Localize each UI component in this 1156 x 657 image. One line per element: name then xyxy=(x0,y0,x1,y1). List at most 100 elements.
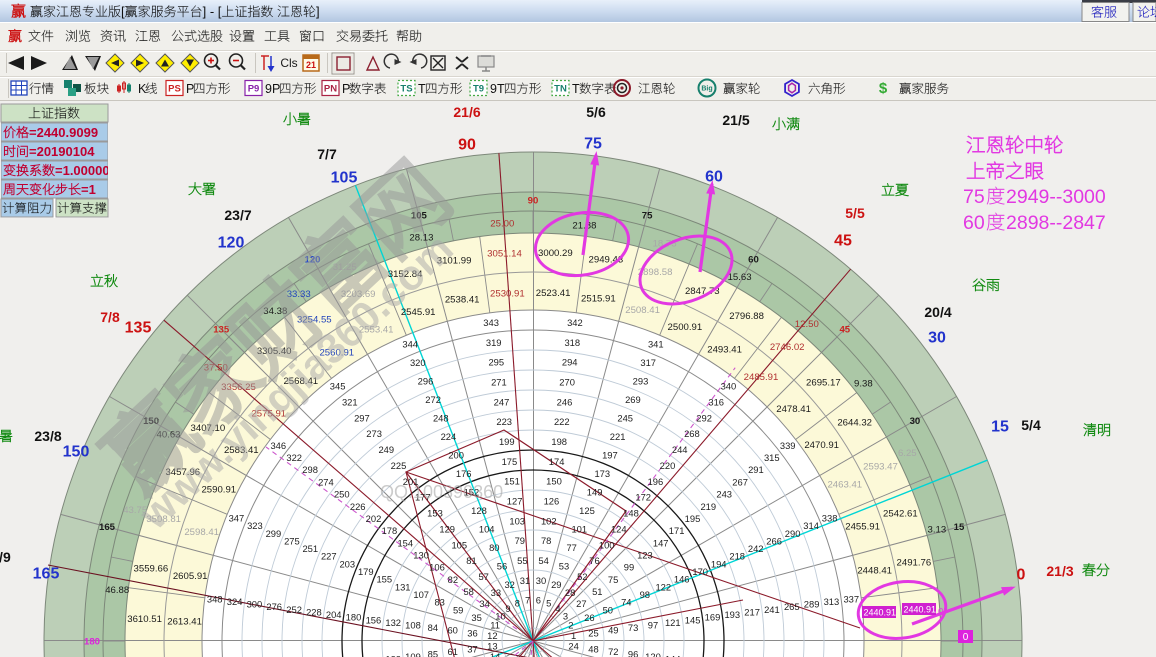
svg-text:3610.51: 3610.51 xyxy=(127,614,162,625)
svg-text:75: 75 xyxy=(584,136,602,153)
svg-text:130: 130 xyxy=(413,550,429,561)
svg-text:174: 174 xyxy=(549,456,565,467)
svg-text:199: 199 xyxy=(499,436,515,447)
svg-text:12: 12 xyxy=(487,630,497,641)
svg-text:347: 347 xyxy=(229,512,245,523)
svg-text:PN: PN xyxy=(324,83,337,94)
svg-text:2448.41: 2448.41 xyxy=(857,566,892,577)
svg-text:75: 75 xyxy=(608,574,618,585)
svg-text:15: 15 xyxy=(954,522,965,533)
svg-text:Cls: Cls xyxy=(280,56,297,70)
svg-text:194: 194 xyxy=(711,558,727,569)
svg-text:135: 135 xyxy=(125,320,152,337)
svg-text:48: 48 xyxy=(588,643,598,654)
svg-text:QQ:100390360: QQ:100390360 xyxy=(380,482,503,502)
svg-text:57: 57 xyxy=(478,571,488,582)
svg-text:30: 30 xyxy=(536,575,546,586)
svg-text:243: 243 xyxy=(716,489,732,500)
svg-text:2898--2847: 2898--2847 xyxy=(1006,212,1106,234)
svg-text:96: 96 xyxy=(628,649,638,657)
svg-text:9P: 9P xyxy=(265,82,280,96)
svg-text:TS: TS xyxy=(400,83,412,94)
svg-text:T: T xyxy=(418,82,426,96)
svg-text:29: 29 xyxy=(551,579,561,590)
svg-text:58: 58 xyxy=(463,586,473,597)
svg-text:321: 321 xyxy=(342,397,358,408)
svg-text:147: 147 xyxy=(653,537,669,548)
svg-text:165: 165 xyxy=(33,566,60,583)
svg-text:102: 102 xyxy=(541,515,557,526)
svg-text:9: 9 xyxy=(505,603,510,614)
svg-text:46.88: 46.88 xyxy=(105,585,129,596)
svg-text:2644.32: 2644.32 xyxy=(837,418,872,429)
svg-text:T9: T9 xyxy=(473,83,484,94)
svg-text:2542.61: 2542.61 xyxy=(883,508,918,519)
svg-text:23/8: 23/8 xyxy=(34,428,61,444)
svg-text:60: 60 xyxy=(447,625,457,636)
svg-text:156: 156 xyxy=(366,614,382,625)
svg-text:126: 126 xyxy=(544,496,560,507)
svg-text:266: 266 xyxy=(766,535,782,546)
svg-text:61: 61 xyxy=(447,646,457,657)
svg-text:104: 104 xyxy=(479,524,495,535)
svg-text:217: 217 xyxy=(744,606,760,617)
svg-text:49: 49 xyxy=(608,625,618,636)
svg-text:7: 7 xyxy=(525,595,530,606)
svg-text:107: 107 xyxy=(413,589,429,600)
svg-text:105: 105 xyxy=(331,170,358,187)
svg-text:298: 298 xyxy=(302,464,318,475)
svg-text:2491.76: 2491.76 xyxy=(897,558,932,569)
svg-text:59: 59 xyxy=(453,604,463,615)
svg-text:52: 52 xyxy=(577,571,587,582)
svg-text:197: 197 xyxy=(602,450,618,461)
svg-text:171: 171 xyxy=(669,525,685,536)
svg-text:2440.91: 2440.91 xyxy=(904,605,937,615)
svg-text:75: 75 xyxy=(642,210,653,221)
svg-text:90: 90 xyxy=(528,195,539,206)
svg-text:273: 273 xyxy=(366,428,382,439)
svg-text:203: 203 xyxy=(339,558,355,569)
svg-text:180: 180 xyxy=(84,636,100,647)
svg-text:97: 97 xyxy=(648,620,658,631)
svg-text:250: 250 xyxy=(334,489,350,500)
svg-text:343: 343 xyxy=(483,317,499,328)
svg-text:12.50: 12.50 xyxy=(795,319,819,330)
svg-text:225: 225 xyxy=(391,460,407,471)
svg-text:$: $ xyxy=(879,80,888,97)
svg-text:150: 150 xyxy=(63,444,90,461)
svg-text:36: 36 xyxy=(467,627,477,638)
svg-text:271: 271 xyxy=(491,377,507,388)
svg-text:289: 289 xyxy=(804,599,820,610)
svg-text:2796.88: 2796.88 xyxy=(729,311,764,322)
svg-text:2485.91: 2485.91 xyxy=(744,372,779,383)
svg-text:=1.00000: =1.00000 xyxy=(55,163,110,178)
svg-text:242: 242 xyxy=(748,543,764,554)
svg-text:300: 300 xyxy=(247,599,263,610)
svg-text:82: 82 xyxy=(448,574,458,585)
svg-text:179: 179 xyxy=(358,566,374,577)
svg-text:28: 28 xyxy=(565,587,575,598)
svg-text:=1: =1 xyxy=(81,182,96,197)
svg-text:=20190104: =20190104 xyxy=(29,144,95,159)
svg-text:172: 172 xyxy=(635,492,651,503)
svg-text:127: 127 xyxy=(507,496,523,507)
svg-text:155: 155 xyxy=(376,574,392,585)
svg-text:106: 106 xyxy=(429,562,445,573)
svg-text:34: 34 xyxy=(479,598,489,609)
svg-text:324: 324 xyxy=(227,596,243,607)
svg-text:204: 204 xyxy=(326,609,342,620)
svg-text:53: 53 xyxy=(559,561,569,572)
svg-text:2455.91: 2455.91 xyxy=(845,522,880,533)
svg-text:83: 83 xyxy=(434,597,444,608)
svg-text:337: 337 xyxy=(843,593,859,604)
svg-text:2530.91: 2530.91 xyxy=(490,288,525,299)
svg-text:175: 175 xyxy=(502,456,518,467)
svg-text:293: 293 xyxy=(633,376,649,387)
svg-text:5/4: 5/4 xyxy=(1021,417,1041,433)
svg-text:275: 275 xyxy=(284,535,300,546)
svg-text:220: 220 xyxy=(660,460,676,471)
svg-text:5: 5 xyxy=(546,597,551,608)
svg-text:31: 31 xyxy=(520,575,530,586)
svg-text:90: 90 xyxy=(458,137,476,154)
svg-text:76: 76 xyxy=(589,555,599,566)
